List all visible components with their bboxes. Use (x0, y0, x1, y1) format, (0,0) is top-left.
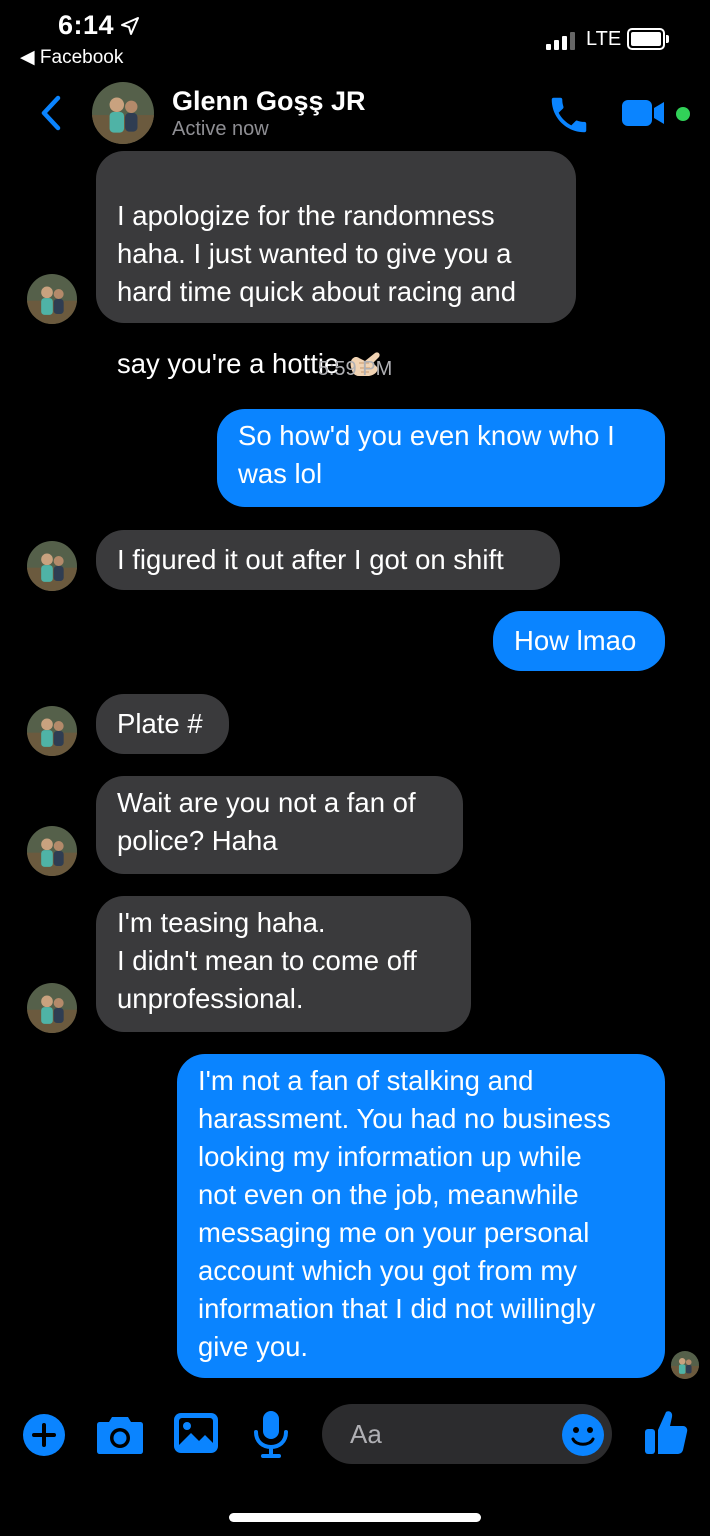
message-bubble-outgoing[interactable]: So how'd you even know who I was lol (217, 409, 665, 507)
camera-icon[interactable] (96, 1413, 144, 1455)
message-bubble-outgoing[interactable]: I'm not a fan of stalking and harassment… (177, 1054, 665, 1378)
message-bubble-outgoing[interactable]: How lmao (493, 611, 665, 671)
image-icon[interactable] (173, 1412, 219, 1454)
contact-avatar-small[interactable] (27, 983, 77, 1033)
timestamp: 5:59 PM (317, 358, 393, 380)
carrier-label: LTE (586, 28, 622, 50)
call-me-hand-emoji (347, 311, 383, 376)
emoji-icon[interactable] (561, 1413, 605, 1457)
location-arrow-icon (121, 17, 139, 35)
microphone-icon[interactable] (253, 1410, 289, 1458)
back-to-app-link[interactable]: ◀ Facebook (20, 46, 123, 69)
contact-avatar-small[interactable] (27, 274, 77, 324)
message-bubble-incoming[interactable]: Wait are you not a fan of police? Haha (96, 776, 463, 874)
battery-icon (627, 28, 665, 50)
signal-icon (546, 32, 576, 50)
home-indicator (229, 1513, 481, 1522)
contact-avatar-small[interactable] (27, 706, 77, 756)
message-bubble-incoming[interactable]: Plate # (96, 694, 229, 754)
message-text: I apologize for the randomness haha. I j… (117, 200, 516, 379)
message-input-placeholder: Aa (350, 1419, 382, 1449)
contact-avatar[interactable] (92, 82, 154, 144)
message-bubble-incoming[interactable]: I figured it out after I got on shift (96, 530, 560, 590)
message-bubble-incoming[interactable]: I'm teasing haha. I didn't mean to come … (96, 896, 471, 1032)
online-indicator (676, 107, 690, 121)
status-time: 6:14 (58, 10, 115, 40)
read-receipt-avatar (671, 1351, 699, 1379)
active-status: Active now (172, 118, 269, 140)
video-call-icon[interactable] (620, 96, 668, 130)
back-chevron-icon[interactable] (36, 94, 66, 132)
contact-avatar-small[interactable] (27, 826, 77, 876)
contact-name[interactable]: Glenn Goşş JR (172, 86, 366, 117)
plus-icon[interactable] (22, 1413, 66, 1457)
battery-nub (666, 35, 669, 43)
thumbs-up-icon[interactable] (644, 1408, 688, 1456)
contact-avatar-small[interactable] (27, 541, 77, 591)
phone-call-icon[interactable] (546, 92, 592, 138)
message-bubble-incoming[interactable]: I apologize for the randomness haha. I j… (96, 151, 576, 379)
